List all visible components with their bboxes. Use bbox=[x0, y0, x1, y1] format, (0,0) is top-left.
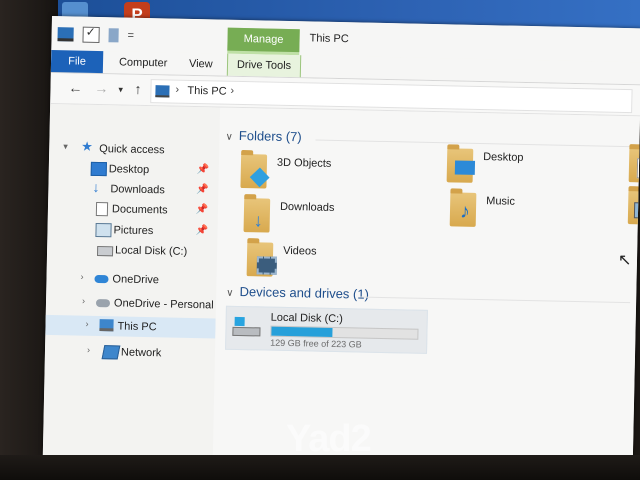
network-icon bbox=[101, 345, 121, 360]
nav-label: Desktop bbox=[108, 163, 150, 177]
chevron-down-icon[interactable]: ∨ bbox=[225, 132, 233, 143]
group-header-devices[interactable]: ∨ Devices and drives (1) bbox=[226, 284, 369, 302]
desktop-icon bbox=[90, 161, 107, 177]
nav-item-local-disk[interactable]: Local Disk (C:) bbox=[47, 239, 217, 263]
nav-item-onedrive-personal[interactable]: › OneDrive - Personal bbox=[46, 292, 216, 316]
quick-access-toolbar: = bbox=[57, 26, 134, 44]
videos-folder-icon bbox=[256, 256, 278, 275]
group-title: Devices and drives (1) bbox=[239, 283, 370, 302]
pin-icon: 📌 bbox=[195, 204, 209, 216]
desktop-folder-icon bbox=[454, 160, 476, 175]
drive-usage-fill bbox=[271, 326, 333, 337]
customize-toolbar-button[interactable]: = bbox=[127, 30, 134, 42]
new-folder-icon[interactable] bbox=[108, 28, 119, 43]
pictures-icon bbox=[95, 222, 112, 238]
nav-label: Quick access bbox=[99, 143, 165, 157]
breadcrumb-this-pc[interactable]: This PC bbox=[187, 85, 226, 98]
tab-computer[interactable]: Computer bbox=[119, 51, 168, 74]
group-title: Folders (7) bbox=[238, 127, 302, 145]
recent-locations-button[interactable]: ▾ bbox=[118, 84, 123, 95]
nav-item-network[interactable]: › Network bbox=[45, 341, 215, 365]
content-pane: ∨ Folders (7) 3D Objects Desktop ↓ Downlo… bbox=[212, 107, 640, 473]
hard-drive-icon bbox=[232, 326, 261, 337]
music-folder-icon: ♪ bbox=[459, 200, 471, 223]
this-pc-icon bbox=[155, 85, 170, 98]
drive-tile-local-disk[interactable]: Local Disk (C:) 129 GB free of 223 GB bbox=[225, 305, 428, 354]
drive-free-space: 129 GB free of 223 GB bbox=[270, 337, 362, 350]
chevron-down-icon[interactable]: ∨ bbox=[226, 288, 234, 299]
tab-drive-tools[interactable]: Drive Tools bbox=[226, 53, 302, 78]
downloads-icon: ↓ bbox=[92, 178, 100, 196]
folder-label: Music bbox=[486, 195, 516, 208]
up-button[interactable]: ↑ bbox=[134, 81, 141, 97]
pin-icon: 📌 bbox=[195, 225, 209, 237]
documents-icon bbox=[95, 201, 109, 217]
drive-icon bbox=[96, 245, 114, 257]
windows-logo-icon bbox=[234, 316, 245, 327]
computer-icon[interactable] bbox=[57, 27, 74, 42]
group-header-folders[interactable]: ∨ Folders (7) bbox=[225, 127, 302, 145]
nav-label: Documents bbox=[111, 203, 168, 217]
nav-label: Downloads bbox=[110, 183, 165, 197]
folder-downloads[interactable]: ↓ Downloads bbox=[243, 194, 424, 244]
pin-icon: 📌 bbox=[196, 184, 209, 196]
pin-icon: 📌 bbox=[196, 164, 210, 176]
nav-label: Local Disk (C:) bbox=[114, 244, 188, 258]
folder-label: 3D Objects bbox=[276, 156, 332, 170]
tab-view[interactable]: View bbox=[189, 53, 213, 75]
chevron-right-icon[interactable]: › bbox=[80, 272, 83, 282]
folder-desktop[interactable]: Desktop bbox=[446, 144, 627, 194]
nav-label: This PC bbox=[117, 320, 157, 334]
chevron-right-icon[interactable]: › bbox=[82, 296, 85, 306]
folder-label: Desktop bbox=[483, 151, 524, 164]
tab-file[interactable]: File bbox=[50, 49, 104, 74]
star-icon: ★ bbox=[81, 138, 94, 154]
folder-3d-objects[interactable]: 3D Objects bbox=[240, 150, 421, 200]
folder-music[interactable]: ♪ Music bbox=[449, 188, 631, 238]
group-divider bbox=[360, 296, 631, 304]
back-button[interactable]: ← bbox=[68, 79, 82, 95]
drive-name: Local Disk (C:) bbox=[270, 311, 343, 326]
windows-drive-icon bbox=[232, 316, 261, 337]
folder-label: Videos bbox=[283, 244, 317, 258]
computer-icon bbox=[99, 319, 114, 332]
chevron-down-icon[interactable]: ▾ bbox=[63, 141, 68, 152]
forward-button[interactable]: → bbox=[94, 80, 108, 96]
breadcrumb-chevron[interactable]: › bbox=[175, 84, 179, 96]
folder-label: Downloads bbox=[279, 200, 335, 214]
folder-videos[interactable]: Videos bbox=[246, 238, 427, 288]
manage-context-label: Manage bbox=[227, 27, 300, 53]
downloads-folder-icon: ↓ bbox=[253, 210, 263, 231]
mouse-cursor-icon: ↖ bbox=[618, 252, 632, 269]
nav-label: Pictures bbox=[113, 224, 154, 238]
chevron-right-icon[interactable]: › bbox=[87, 345, 90, 355]
nav-label: Network bbox=[120, 346, 162, 360]
file-explorer-window: = Manage This PC File Computer View Driv… bbox=[42, 16, 640, 473]
breadcrumb-chevron[interactable]: › bbox=[230, 85, 234, 97]
nav-label: OneDrive bbox=[112, 273, 160, 287]
window-title: This PC bbox=[309, 32, 349, 46]
chevron-right-icon[interactable]: › bbox=[85, 319, 88, 329]
onedrive-icon bbox=[94, 274, 109, 284]
nav-item-this-pc[interactable]: › This PC bbox=[45, 314, 216, 339]
pictures-folder-icon bbox=[633, 202, 640, 219]
nav-label: OneDrive - Personal bbox=[113, 297, 214, 312]
nav-item-documents[interactable]: Documents 📌 bbox=[48, 198, 218, 222]
folder-pictures-partial[interactable] bbox=[627, 186, 640, 236]
onedrive-icon bbox=[95, 298, 111, 308]
navigation-pane: ▾ ★ Quick access Desktop 📌 ↓ Downloads 📌… bbox=[42, 103, 221, 464]
watermark-logo: Yad2 bbox=[286, 418, 372, 460]
nav-item-onedrive[interactable]: › OneDrive bbox=[46, 268, 216, 292]
properties-icon[interactable] bbox=[82, 26, 100, 43]
